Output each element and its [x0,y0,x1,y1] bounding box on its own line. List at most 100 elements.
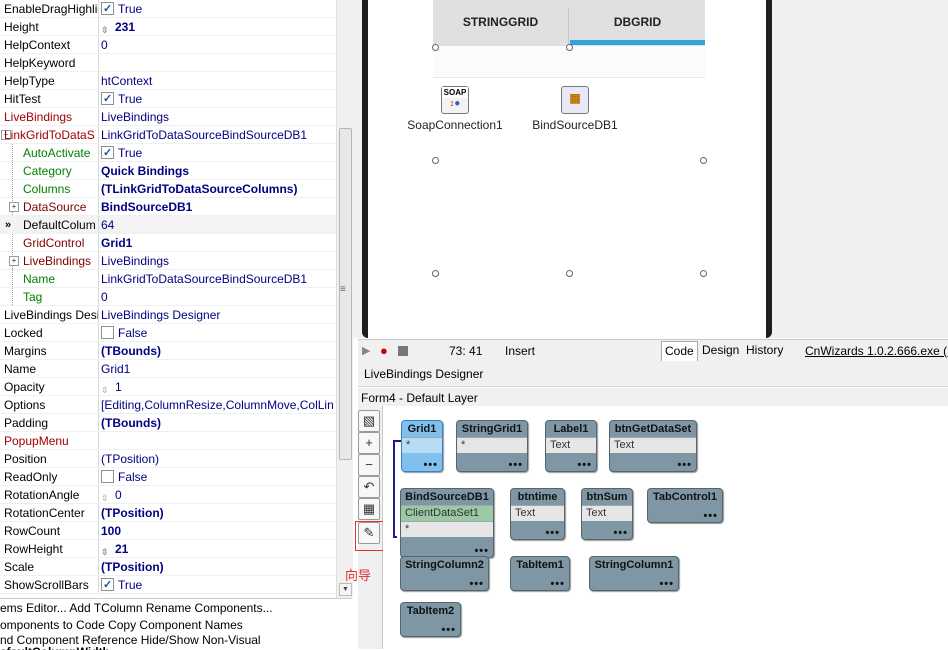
checkbox[interactable] [101,576,114,594]
expand-icon[interactable]: + [9,202,19,212]
property-value[interactable]: 64 [101,216,335,234]
column-divider[interactable] [98,576,99,594]
tab-stringgrid[interactable]: STRINGGRID [433,0,568,46]
property-row[interactable]: RotationCenter (TPosition) [0,504,336,522]
record-icon[interactable]: ● [380,343,388,359]
checkbox[interactable] [101,470,114,483]
node-member[interactable]: ClientDataSet1 [401,505,493,521]
property-row[interactable]: HelpType htContext [0,72,336,90]
property-value[interactable]: Grid1 [101,234,335,252]
expand-icon[interactable]: + [9,256,19,266]
column-divider[interactable] [98,378,99,396]
node-more-icon[interactable]: ••• [474,546,489,557]
property-row[interactable]: + LiveBindings LiveBindings [0,252,336,270]
property-value[interactable]: True [101,0,335,18]
binding-node-btntime[interactable]: btntime Text ••• [510,488,565,540]
property-row[interactable]: Opacity ⇳ 1 [0,378,336,396]
property-row[interactable]: RotationAngle ⇳ 0 [0,486,336,504]
property-value[interactable]: (TLinkGridToDataSourceColumns) [101,180,335,198]
scroll-down-arrow-icon[interactable]: ▼ [339,583,352,596]
selection-handle[interactable] [432,270,439,277]
property-row[interactable]: Category Quick Bindings [0,162,336,180]
binding-node-bindsourcedb1[interactable]: BindSourceDB1 ClientDataSet1 * ••• [400,488,494,558]
property-value[interactable]: (TBounds) [101,414,335,432]
property-row[interactable]: Margins (TBounds) [0,342,336,360]
binding-node-tabcontrol1[interactable]: TabControl1 ••• [647,488,723,523]
property-row[interactable]: ShowScrollBars True [0,576,336,594]
column-divider[interactable] [98,414,99,432]
column-divider[interactable] [98,144,99,162]
undo-icon[interactable]: ↶ [358,476,380,498]
binding-node-stringcolumn1[interactable]: StringColumn1 ••• [589,556,679,591]
property-value[interactable]: ⇳ 231 [101,18,335,36]
node-more-icon[interactable]: ••• [550,579,565,590]
node-more-icon[interactable]: ••• [613,528,628,539]
property-row[interactable]: Name LinkGridToDataSourceBindSourceDB1 [0,270,336,288]
property-value[interactable]: (TPosition) [101,450,335,468]
column-divider[interactable] [98,0,99,18]
property-value[interactable]: True [101,576,335,594]
property-value[interactable]: ⇳ 0 [101,486,335,504]
column-divider[interactable] [98,108,99,126]
property-value[interactable]: (TPosition) [101,558,335,576]
property-row[interactable]: RowCount 100 [0,522,336,540]
column-divider[interactable] [98,234,99,252]
column-divider[interactable] [98,558,99,576]
property-value[interactable]: 0 [101,36,335,54]
checkbox[interactable] [101,90,114,108]
property-value[interactable]: ⇳ 1 [101,378,335,396]
property-value[interactable]: (TBounds) [101,342,335,360]
binding-node-grid1[interactable]: Grid1 * ••• [401,420,443,472]
property-value[interactable]: LiveBindings [101,252,335,270]
node-member[interactable]: Text [546,437,596,453]
property-value[interactable]: LinkGridToDataSourceBindSourceDB1 [101,126,335,144]
property-row[interactable]: Tag 0 [0,288,336,306]
selection-handle[interactable] [566,270,573,277]
selection-handle[interactable] [700,270,707,277]
checkbox[interactable] [101,144,114,162]
column-divider[interactable] [98,432,99,450]
column-divider[interactable] [98,396,99,414]
property-value[interactable]: htContext [101,72,335,90]
property-row[interactable]: HelpContext 0 [0,36,336,54]
bindsource-component[interactable]: ▦ BindSourceDB1 [525,86,625,132]
node-member[interactable]: * [401,521,493,537]
property-row[interactable]: Name Grid1 [0,360,336,378]
binding-node-btnsum[interactable]: btnSum Text ••• [581,488,633,540]
column-divider[interactable] [98,486,99,504]
property-value[interactable]: (TPosition) [101,504,335,522]
zoom-in-icon[interactable]: + [358,432,380,454]
property-value[interactable]: LinkGridToDataSourceBindSourceDB1 [101,270,335,288]
column-divider[interactable] [98,360,99,378]
node-more-icon[interactable]: ••• [677,460,692,471]
link-row-1[interactable]: ems Editor... Add TColumn Rename Compone… [0,601,273,615]
property-row[interactable]: Locked False [0,324,336,342]
selection-handle[interactable] [700,157,707,164]
property-value[interactable]: False [101,468,335,486]
binding-node-tabitem1[interactable]: TabItem1 ••• [510,556,570,591]
property-row[interactable]: AutoActivate True [0,144,336,162]
property-value[interactable]: Quick Bindings [101,162,335,180]
column-divider[interactable] [98,54,99,72]
node-more-icon[interactable]: ••• [659,579,674,590]
node-more-icon[interactable]: ••• [508,460,523,471]
column-divider[interactable] [98,36,99,54]
column-divider[interactable] [98,504,99,522]
checkbox[interactable] [101,0,114,18]
property-row[interactable]: LiveBindings Desig LiveBindings Designer [0,306,336,324]
property-row[interactable]: LiveBindings LiveBindings [0,108,336,126]
node-member[interactable]: Text [582,505,632,521]
property-row[interactable]: Scale (TPosition) [0,558,336,576]
cnwizards-link[interactable]: CnWizards 1.0.2.666.exe (13 [805,343,948,359]
column-divider[interactable] [98,450,99,468]
property-value[interactable]: LiveBindings [101,108,335,126]
property-value[interactable]: BindSourceDB1 [101,198,335,216]
node-member[interactable]: * [402,437,442,453]
property-value[interactable]: 100 [101,522,335,540]
column-divider[interactable] [98,288,99,306]
node-more-icon[interactable]: ••• [703,511,718,522]
column-divider[interactable] [98,216,99,234]
node-more-icon[interactable]: ••• [469,579,484,590]
property-value[interactable]: LiveBindings Designer [101,306,335,324]
property-row[interactable]: Options [Editing,ColumnResize,ColumnMove,… [0,396,336,414]
